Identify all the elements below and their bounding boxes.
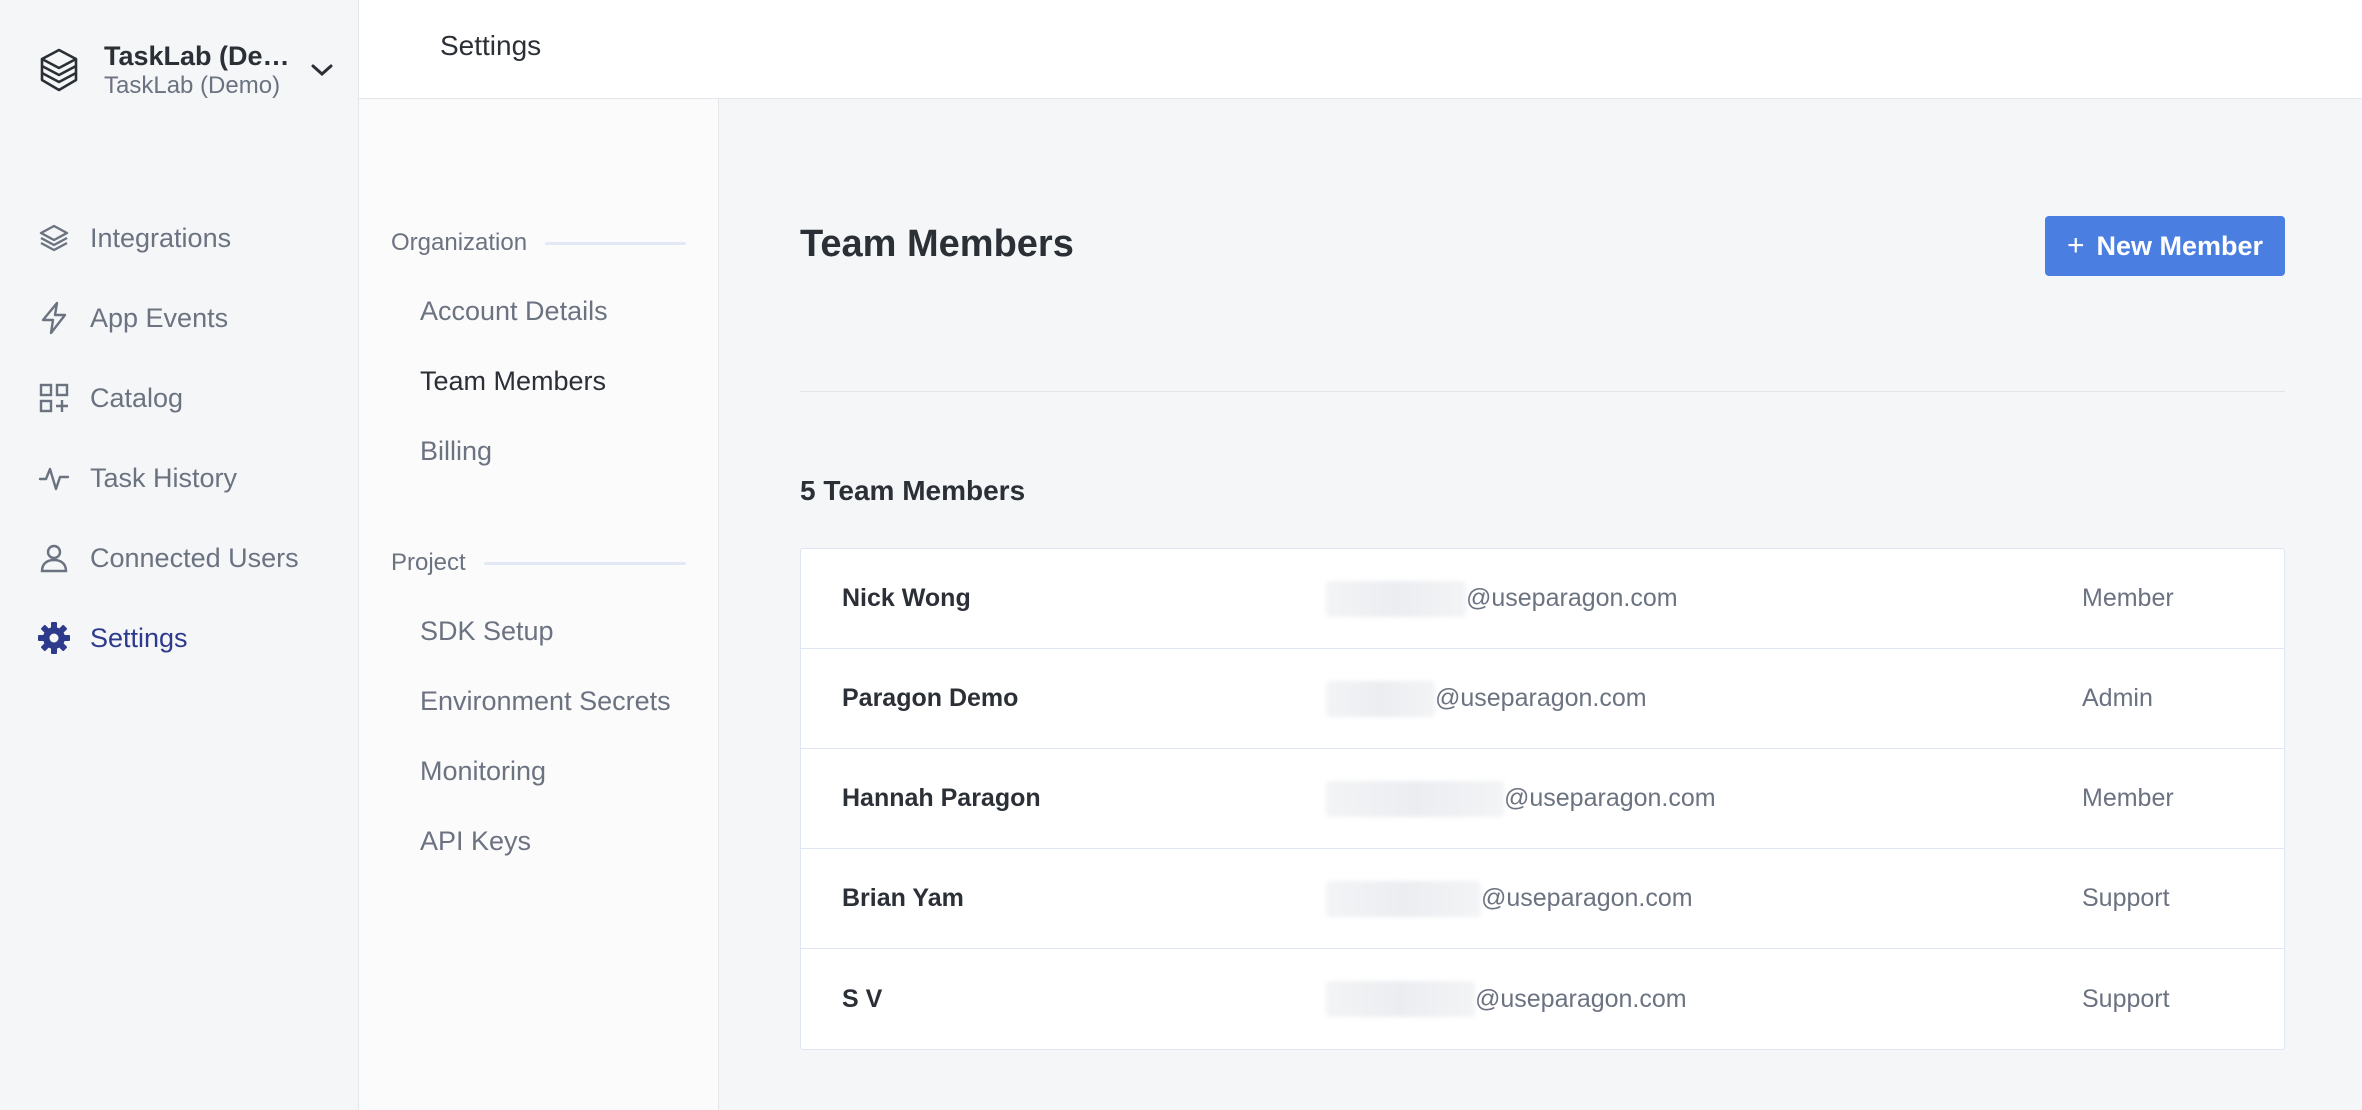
member-name: Paragon Demo [842,684,1019,712]
nav-item-app-events[interactable]: App Events [36,278,336,358]
member-count: 5 Team Members [800,475,1026,506]
subnav-item-environment-secrets[interactable]: Environment Secrets [420,686,671,717]
chevron-down-icon [308,56,336,84]
gear-icon [36,620,72,656]
table-row[interactable]: Brian Yam @useparagon.com Support [801,849,2284,949]
table-row[interactable]: Nick Wong @useparagon.com Member [801,549,2284,649]
workspace-name: TaskLab (Demo) [104,41,304,71]
member-email: @useparagon.com [1326,981,1687,1017]
nav-label-app-events: App Events [90,302,229,333]
subnav-item-team-members[interactable]: Team Members [420,366,606,397]
member-email-domain: @useparagon.com [1435,684,1647,712]
member-name: Hannah Paragon [842,784,1041,812]
redacted-email-prefix [1326,981,1475,1017]
section-project-label: Project [391,549,466,576]
member-email: @useparagon.com [1326,880,1693,917]
user-icon [36,540,72,576]
section-divider [483,561,686,565]
member-role: Admin [2082,684,2153,712]
nav-label-connected-users: Connected Users [90,542,299,573]
nav-item-connected-users[interactable]: Connected Users [36,518,336,598]
nav-label-catalog: Catalog [90,382,184,413]
new-member-button[interactable]: + New Member [2045,216,2285,276]
member-role: Member [2082,584,2174,612]
settings-subnav: Organization Account Details Team Member… [359,99,719,1110]
divider [800,391,2285,392]
redacted-email-prefix [1326,580,1466,617]
main-content: Team Members + New Member 5 Team Members… [720,99,2362,1110]
activity-icon [36,460,72,496]
grid-plus-icon [36,380,72,416]
main-nav: Integrations App Events Catalog Task His… [36,198,336,678]
subnav-item-account-details[interactable]: Account Details [420,296,608,327]
page-title: Team Members [800,223,1074,265]
nav-label-task-history: Task History [90,462,238,493]
member-role: Support [2082,884,2170,912]
plus-icon: + [2066,229,2085,262]
subnav-item-sdk-setup[interactable]: SDK Setup [420,616,554,647]
member-email: @useparagon.com [1326,780,1716,817]
workspace-switcher[interactable]: TaskLab (Demo) TaskLab (Demo) [36,38,336,102]
section-divider [545,241,686,245]
layers-icon [36,220,72,256]
redacted-email-prefix [1326,880,1481,917]
layers-icon [36,43,82,97]
subnav-item-api-keys[interactable]: API Keys [420,826,531,857]
members-table: Nick Wong @useparagon.com Member Paragon… [800,548,2285,1050]
subnav-item-billing[interactable]: Billing [420,436,492,467]
section-organization: Organization [391,229,686,257]
workspace-subtitle: TaskLab (Demo) [104,72,281,99]
member-email: @useparagon.com [1326,580,1678,617]
section-project: Project [391,549,686,577]
member-email-domain: @useparagon.com [1466,584,1678,612]
nav-label-settings: Settings [90,622,188,653]
subnav-item-monitoring[interactable]: Monitoring [420,756,546,787]
member-email-domain: @useparagon.com [1475,984,1687,1013]
nav-item-integrations[interactable]: Integrations [36,198,336,278]
lightning-icon [36,300,72,336]
nav-item-task-history[interactable]: Task History [36,438,336,518]
member-email-domain: @useparagon.com [1504,784,1716,812]
member-role: Member [2082,784,2174,812]
new-member-label: New Member [2096,230,2264,261]
nav-item-catalog[interactable]: Catalog [36,358,336,438]
table-row[interactable]: Hannah Paragon @useparagon.com Member [801,749,2284,849]
member-name: Nick Wong [842,584,971,612]
member-email-domain: @useparagon.com [1481,884,1693,912]
member-name: Brian Yam [842,884,964,912]
sidebar: TaskLab (Demo) TaskLab (Demo) Integratio… [0,0,359,1110]
member-name: S V [842,984,883,1013]
redacted-email-prefix [1326,780,1504,817]
top-header: Settings [359,0,2362,99]
section-organization-label: Organization [391,229,528,256]
page-header-title: Settings [440,30,542,61]
redacted-email-prefix [1326,680,1435,717]
member-role: Support [2082,984,2170,1013]
nav-label-integrations: Integrations [90,222,232,253]
nav-item-settings[interactable]: Settings [36,598,336,678]
table-row[interactable]: S V @useparagon.com Support [801,949,2284,1049]
table-row[interactable]: Paragon Demo @useparagon.com Admin [801,649,2284,749]
member-email: @useparagon.com [1326,680,1647,717]
